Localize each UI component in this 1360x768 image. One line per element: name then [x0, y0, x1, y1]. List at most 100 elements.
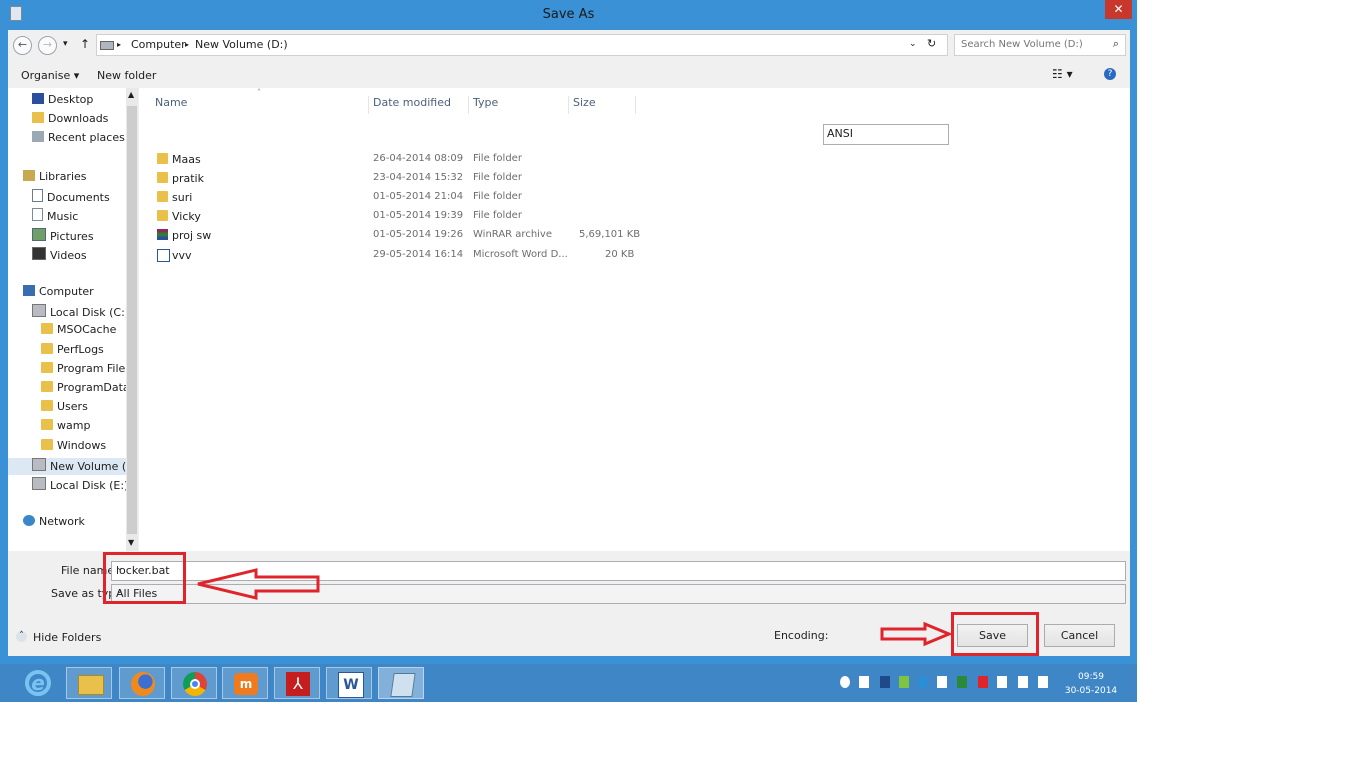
- search-box[interactable]: ⌕: [954, 34, 1126, 56]
- folder-icon: [41, 400, 53, 411]
- organise-menu[interactable]: Organise ▾: [21, 69, 79, 82]
- action-center-icon[interactable]: [978, 676, 988, 688]
- sidebar-item-perflogs[interactable]: PerfLogs: [41, 343, 104, 360]
- tray-network-icon[interactable]: [957, 676, 967, 688]
- folder-icon: [41, 362, 53, 373]
- chrome-icon[interactable]: [171, 667, 217, 699]
- column-header-type[interactable]: Type: [473, 96, 569, 114]
- sidebar-item-windows[interactable]: Windows: [41, 439, 106, 456]
- music-icon: [32, 208, 43, 221]
- volume-icon[interactable]: [1038, 676, 1048, 688]
- sidebar-item-pictures[interactable]: Pictures: [32, 228, 94, 245]
- tray-device-icon[interactable]: [859, 676, 869, 688]
- computer-icon: [23, 285, 35, 296]
- back-button[interactable]: ←: [13, 36, 32, 55]
- sidebar-item-documents[interactable]: Documents: [32, 189, 110, 206]
- scroll-down-arrow-icon[interactable]: ▼: [128, 538, 134, 547]
- sidebar-item-msocache[interactable]: MSOCache: [41, 323, 116, 340]
- file-row-suri[interactable]: suri 01-05-2014 21:04 File folder: [139, 188, 739, 206]
- column-header-date-modified[interactable]: Date modified: [373, 96, 469, 114]
- drive-icon: [100, 41, 114, 50]
- folder-icon: [41, 381, 53, 392]
- sidebar-item-recent-places[interactable]: Recent places: [32, 131, 125, 148]
- sidebar-item-programdata[interactable]: ProgramData: [41, 381, 130, 398]
- file-explorer-icon[interactable]: [66, 667, 112, 699]
- system-clock[interactable]: 09:59 30-05-2014: [1058, 670, 1124, 698]
- column-header-size[interactable]: Size: [573, 96, 636, 114]
- sidebar-item-desktop[interactable]: Desktop: [32, 93, 93, 110]
- file-row-pratik[interactable]: pratik 23-04-2014 15:32 File folder: [139, 169, 739, 187]
- folder-icon: [41, 439, 53, 450]
- tray-app-icon[interactable]: [840, 676, 850, 688]
- search-input[interactable]: [959, 38, 1103, 51]
- sidebar-item-users[interactable]: Users: [41, 400, 88, 417]
- new-folder-button[interactable]: New folder: [97, 69, 156, 82]
- drive-icon: [32, 458, 46, 471]
- info-icon[interactable]: [918, 676, 928, 688]
- power-icon[interactable]: [997, 676, 1007, 688]
- address-dropdown-chevron-icon[interactable]: ⌄: [909, 39, 917, 49]
- winrar-icon: [157, 229, 168, 240]
- right-pointing-annotation-arrow: [880, 621, 953, 647]
- sidebar-item-libraries[interactable]: Libraries: [23, 170, 87, 187]
- breadcrumb-separator-icon: ▸: [117, 40, 122, 49]
- sidebar-item-network[interactable]: Network: [23, 515, 85, 532]
- file-row-maas[interactable]: Maas 26-04-2014 08:09 File folder: [139, 150, 739, 168]
- sidebar-item-videos[interactable]: Videos: [32, 247, 87, 264]
- videos-icon: [32, 247, 46, 260]
- sidebar-item-local-disk-c[interactable]: Local Disk (C:): [32, 304, 129, 321]
- hide-folders-button[interactable]: Hide Folders: [33, 631, 101, 644]
- forward-button[interactable]: →: [38, 36, 57, 55]
- encoding-select[interactable]: ANSI: [823, 124, 949, 145]
- desktop-icon: [32, 93, 44, 104]
- folder-icon: [157, 210, 168, 221]
- window-frame: [0, 30, 8, 660]
- breadcrumb-separator-icon: ▸: [185, 40, 190, 49]
- title-bar: Save As ✕: [0, 0, 1137, 30]
- libraries-icon: [23, 170, 35, 181]
- window-title: Save As: [542, 7, 595, 22]
- scrollbar-thumb[interactable]: [127, 106, 137, 534]
- firefox-icon[interactable]: [119, 667, 165, 699]
- micromax-icon[interactable]: m: [222, 667, 268, 699]
- sidebar-item-new-volume-d[interactable]: New Volume (D:): [8, 458, 138, 475]
- file-row-vicky[interactable]: Vicky 01-05-2014 19:39 File folder: [139, 207, 739, 225]
- navigation-bar: ← → ▾ ↑ ▸ Computer ▸ New Volume (D:) ⌄ ↻…: [8, 30, 1130, 60]
- tray-app-icon[interactable]: [937, 676, 947, 688]
- address-bar[interactable]: ▸ Computer ▸ New Volume (D:) ⌄ ↻: [96, 34, 948, 56]
- help-icon[interactable]: ?: [1104, 68, 1116, 80]
- scroll-up-arrow-icon[interactable]: ▲: [128, 90, 134, 99]
- sidebar-item-local-disk-e[interactable]: Local Disk (E:): [32, 477, 128, 494]
- sidebar-item-wamp[interactable]: wamp: [41, 419, 90, 436]
- clock-date: 30-05-2014: [1064, 686, 1118, 696]
- display-icon[interactable]: [1018, 676, 1028, 688]
- word-icon[interactable]: W: [326, 667, 372, 699]
- folder-icon: [41, 323, 53, 334]
- view-options-icon[interactable]: ☷ ▾: [1052, 67, 1073, 81]
- breadcrumb-new-volume[interactable]: New Volume (D:): [195, 38, 288, 51]
- sidebar-item-downloads[interactable]: Downloads: [32, 112, 108, 129]
- save-button-highlight-box: [951, 612, 1039, 656]
- refresh-button[interactable]: ↻: [927, 37, 936, 50]
- cancel-button[interactable]: Cancel: [1044, 624, 1115, 647]
- collapse-chevron-icon[interactable]: ˄: [16, 631, 27, 642]
- antivirus-icon[interactable]: [899, 676, 909, 688]
- acrobat-icon[interactable]: ⅄: [274, 667, 320, 699]
- encoding-value: ANSI: [827, 127, 853, 140]
- up-button[interactable]: ↑: [80, 37, 90, 51]
- notepad-icon[interactable]: [378, 667, 424, 699]
- bluetooth-icon[interactable]: [880, 676, 890, 688]
- file-list: ˄ Name Date modified Type Size Maas 26-0…: [139, 88, 1130, 551]
- sidebar-scrollbar[interactable]: ▲ ▼: [126, 88, 138, 551]
- file-row-vvv[interactable]: vvv 29-05-2014 16:14 Microsoft Word D...…: [139, 246, 739, 264]
- recent-locations-chevron-icon[interactable]: ▾: [63, 39, 68, 49]
- breadcrumb-computer[interactable]: Computer: [131, 38, 186, 51]
- internet-explorer-icon[interactable]: e: [15, 667, 61, 699]
- column-header-name[interactable]: Name: [155, 96, 369, 114]
- sidebar-item-program-files[interactable]: Program Files: [41, 362, 131, 379]
- sidebar-item-music[interactable]: Music: [32, 208, 78, 225]
- documents-icon: [32, 189, 43, 202]
- sidebar-item-computer[interactable]: Computer: [23, 285, 94, 302]
- file-row-proj-sw[interactable]: proj sw 01-05-2014 19:26 WinRAR archive …: [139, 226, 739, 244]
- close-button[interactable]: ✕: [1105, 0, 1132, 19]
